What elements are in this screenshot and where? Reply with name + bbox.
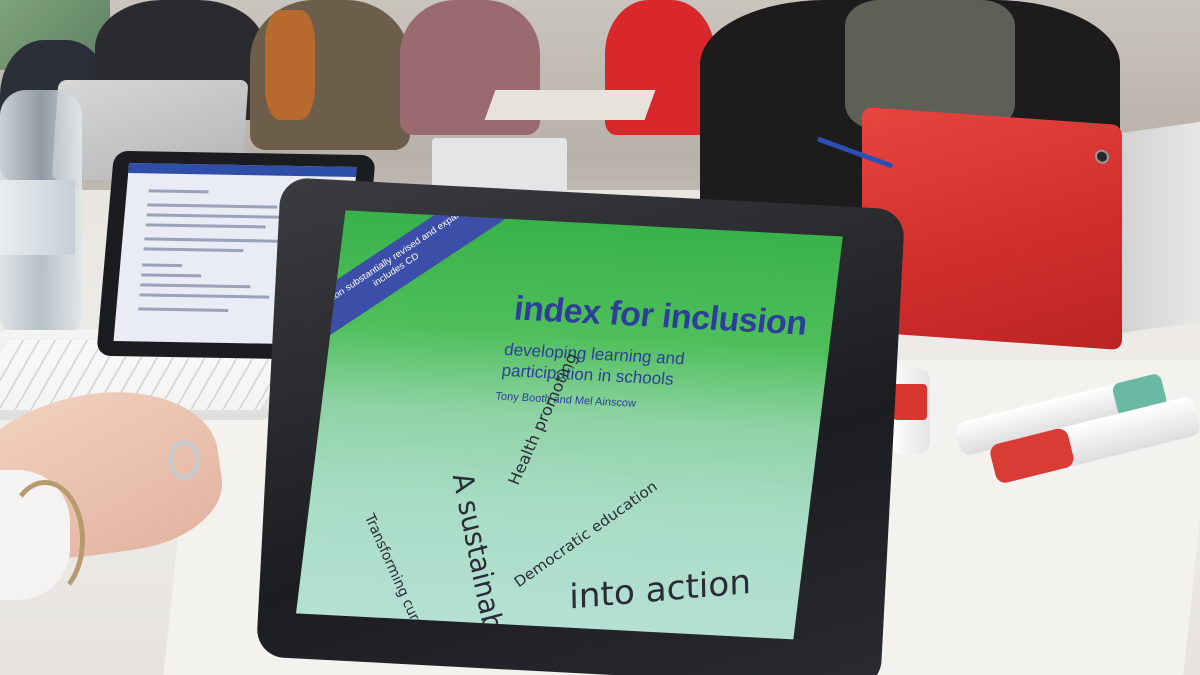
doc-line xyxy=(142,263,183,268)
ring xyxy=(168,440,200,480)
doc-line xyxy=(148,189,209,194)
scarf xyxy=(265,10,315,120)
doc-line xyxy=(147,203,278,209)
bracelet xyxy=(5,480,85,600)
marker-cap xyxy=(893,384,927,420)
doc-line xyxy=(139,293,270,299)
doc-line xyxy=(141,273,202,278)
doc-line xyxy=(146,213,297,220)
doc-line xyxy=(140,283,251,289)
edition-banner: Third edition substantially revised and … xyxy=(296,210,508,353)
camera-icon xyxy=(1095,149,1109,165)
bottle-label xyxy=(0,180,75,255)
book-cover-screen: Third edition substantially revised and … xyxy=(296,210,843,640)
handwriting-1: A sustainabl xyxy=(445,469,512,640)
doc-line xyxy=(143,247,244,253)
book-authors: Tony Booth and Mel Ainscow xyxy=(494,390,637,410)
doc-line xyxy=(145,223,266,229)
tablet-main: Third edition substantially revised and … xyxy=(255,176,906,675)
handwriting-4: Transforming curri xyxy=(360,511,426,632)
doc-line xyxy=(138,307,229,312)
book-title: index for inclusion xyxy=(512,289,810,343)
book-subtitle: developing learning and participation in… xyxy=(500,339,686,389)
doc-line xyxy=(144,237,285,243)
handwriting-5: into action xyxy=(568,562,752,618)
classroom-photo: Third edition substantially revised and … xyxy=(0,0,1200,675)
back-table xyxy=(484,90,656,120)
